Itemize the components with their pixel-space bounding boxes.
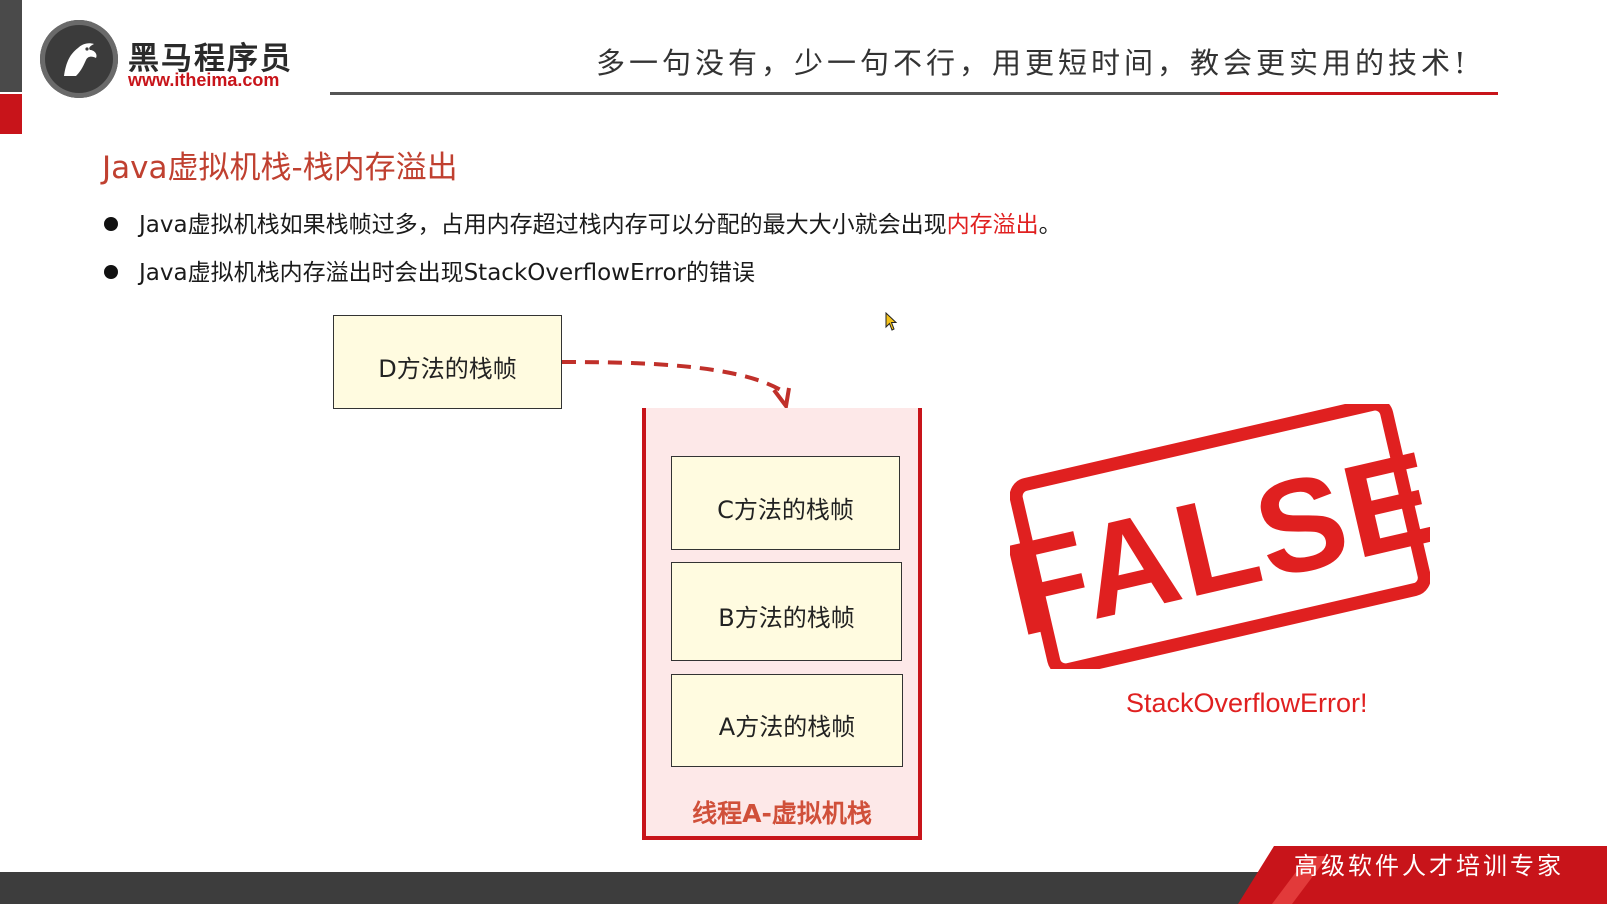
stamp-word: FALSE — [1010, 423, 1430, 664]
bullet-dot-icon — [104, 216, 118, 231]
bullet-text-end: 。 — [1038, 212, 1062, 238]
incoming-stack-frame: D方法的栈帧 — [333, 315, 562, 409]
brand-url: www.itheima.com — [128, 70, 280, 90]
stack-frame-a: A方法的栈帧 — [671, 674, 903, 767]
error-message: StackOverflowError! — [1126, 688, 1368, 718]
bullet-item: Java虚拟机栈如果栈帧过多，占用内存超过栈内存可以分配的最大大小就会出现内存溢… — [104, 205, 1062, 239]
mouse-cursor-icon — [885, 312, 898, 331]
false-stamp: FALSE — [1010, 404, 1430, 669]
bullet-item: Java虚拟机栈内存溢出时会出现StackOverflowError的错误 — [104, 253, 755, 287]
horse-logo-icon — [64, 43, 97, 76]
header-rule — [330, 92, 1220, 95]
bullet-highlight: 内存溢出 — [946, 212, 1039, 238]
footer-tagline: 高级软件人才培训专家 — [1294, 852, 1564, 880]
edge-accent-red — [0, 94, 22, 134]
header-rule-accent — [1220, 92, 1498, 95]
header-slogan: 多一句没有，少一句不行，用更短时间，教会更实用的技术! — [596, 46, 1470, 80]
bullet-dot-icon — [104, 264, 118, 279]
stack-label: 线程A-虚拟机栈 — [692, 799, 872, 828]
bullet-text: Java虚拟机栈如果栈帧过多，占用内存超过栈内存可以分配的最大大小就会出现 — [139, 212, 947, 238]
stack-frame-c: C方法的栈帧 — [671, 456, 900, 550]
bullet-text: Java虚拟机栈内存溢出时会出现StackOverflowError的错误 — [139, 260, 756, 286]
edge-accent-gray — [0, 0, 22, 92]
push-arrow-icon — [561, 360, 791, 411]
stack-frame-b: B方法的栈帧 — [671, 562, 902, 661]
slide-title: Java虚拟机栈-栈内存溢出 — [102, 150, 458, 186]
